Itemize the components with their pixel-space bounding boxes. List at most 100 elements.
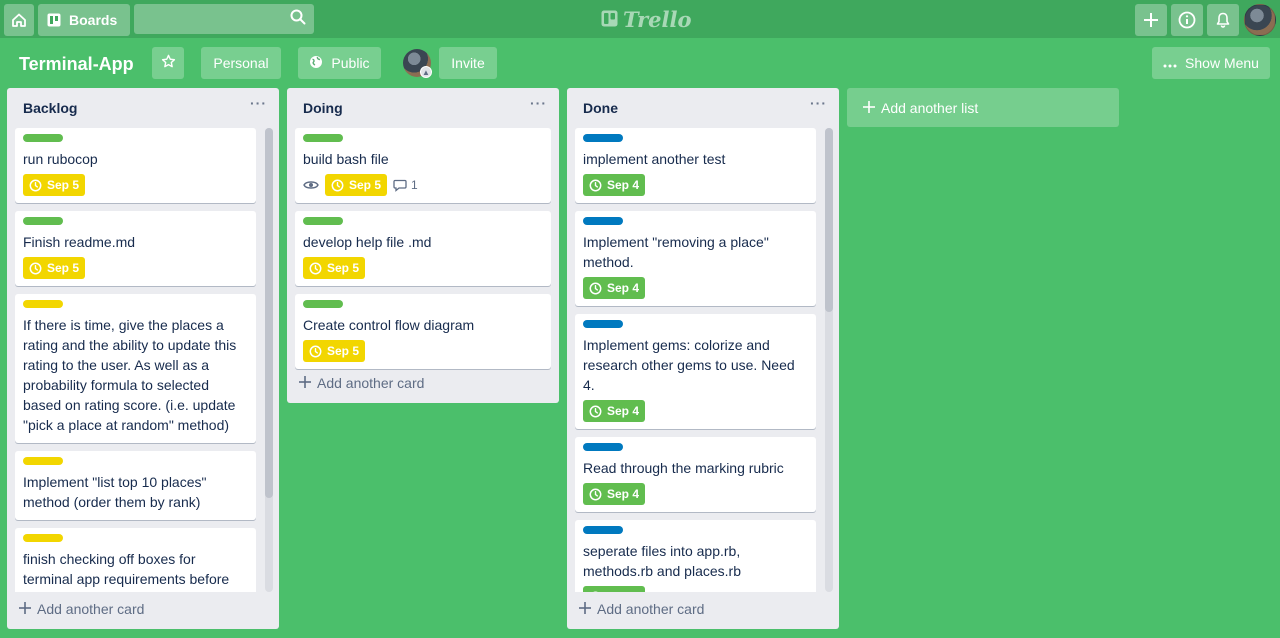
card-title: Implement gems: colorize and research ot… [583, 337, 795, 393]
card[interactable]: Read through the marking rubric Sep 4 [575, 437, 816, 512]
search-input[interactable] [134, 4, 314, 34]
card[interactable]: build bash file Sep 5 1 [295, 128, 551, 203]
card-label[interactable] [23, 134, 63, 142]
card-label[interactable] [23, 300, 63, 308]
boards-icon [47, 13, 61, 27]
card-label[interactable] [583, 443, 623, 451]
card-label[interactable] [583, 320, 623, 328]
card-label[interactable] [583, 217, 623, 225]
card-label[interactable] [303, 300, 343, 308]
list-menu-icon[interactable]: ··· [530, 95, 547, 111]
card-badges: Sep 5 [23, 173, 248, 197]
card-title: If there is time, give the places a rati… [23, 317, 237, 433]
boards-label: Boards [69, 12, 118, 28]
card-title: seperate files into app.rb, methods.rb a… [583, 543, 741, 579]
list-scrollbar[interactable] [825, 128, 833, 592]
list-menu-icon[interactable]: ··· [810, 95, 827, 111]
card-badges: Sep 4 [583, 173, 808, 197]
list-title[interactable]: Done [583, 100, 618, 116]
team-visibility-button[interactable]: Personal [201, 47, 281, 79]
bell-icon [1215, 12, 1231, 28]
clock-icon [29, 262, 42, 275]
invite-button[interactable]: Invite [439, 47, 497, 79]
card-label[interactable] [303, 217, 343, 225]
due-date-badge[interactable]: Sep 5 [303, 340, 366, 362]
card[interactable]: seperate files into app.rb, methods.rb a… [575, 520, 816, 592]
card[interactable]: develop help file .md Sep 5 [295, 211, 551, 286]
card[interactable]: finish checking off boxes for terminal a… [15, 528, 256, 592]
home-button[interactable] [4, 4, 34, 36]
add-card-button[interactable]: Add another card [579, 597, 704, 621]
due-date-badge[interactable]: Sep 4 [583, 400, 646, 422]
clock-icon [331, 179, 344, 192]
due-date-text: Sep 5 [327, 261, 360, 275]
info-icon [1178, 11, 1196, 29]
due-date-badge[interactable]: Sep 5 [23, 174, 86, 196]
card-badges: Sep 4 [583, 585, 808, 592]
card-label[interactable] [583, 134, 623, 142]
create-button[interactable] [1135, 4, 1167, 36]
board-title[interactable]: Terminal-App [19, 52, 134, 76]
due-date-text: Sep 5 [327, 344, 360, 358]
card-badges: Sep 5 [303, 256, 543, 280]
list-title[interactable]: Backlog [23, 100, 77, 116]
card-label[interactable] [23, 457, 63, 465]
due-date-badge[interactable]: Sep 5 [325, 174, 388, 196]
due-date-text: Sep 4 [607, 281, 640, 295]
star-icon [161, 54, 176, 72]
card[interactable]: Implement "removing a place" method. Sep … [575, 211, 816, 306]
card[interactable]: run rubocop Sep 5 [15, 128, 256, 203]
comment-count: 1 [411, 178, 418, 192]
notifications-button[interactable] [1207, 4, 1239, 36]
card-container: run rubocop Sep 5 Finish readme.md Sep 5 If … [7, 128, 279, 592]
user-avatar[interactable] [1244, 4, 1276, 36]
info-button[interactable] [1171, 4, 1203, 36]
clock-icon [309, 262, 322, 275]
list-scrollbar[interactable] [265, 128, 273, 592]
card[interactable]: Implement "list top 10 places" method (o… [15, 451, 256, 520]
trello-logo[interactable]: Trello [601, 6, 692, 32]
trello-logo-text: Trello [623, 6, 692, 32]
card-label[interactable] [23, 217, 63, 225]
list-title[interactable]: Doing [303, 100, 343, 116]
clock-icon [589, 488, 602, 501]
clock-icon [589, 179, 602, 192]
invite-label: Invite [451, 55, 485, 71]
public-visibility-button[interactable]: Public [298, 47, 381, 79]
add-card-button[interactable]: Add another card [19, 597, 144, 621]
card[interactable]: Finish readme.md Sep 5 [15, 211, 256, 286]
show-menu-button[interactable]: Show Menu [1152, 47, 1270, 79]
card-label[interactable] [583, 526, 623, 534]
search-icon [290, 9, 306, 30]
due-date-text: Sep 5 [349, 178, 382, 192]
scrollbar-thumb[interactable] [825, 128, 833, 312]
card[interactable]: Implement gems: colorize and research ot… [575, 314, 816, 429]
plus-icon [863, 100, 875, 116]
card-title: run rubocop [23, 151, 98, 167]
card-title: develop help file .md [303, 234, 432, 250]
star-board-button[interactable] [152, 47, 184, 79]
card-label[interactable] [303, 134, 343, 142]
list-done: Done ··· implement another test Sep 4 Impl… [567, 88, 839, 629]
card[interactable]: implement another test Sep 4 [575, 128, 816, 203]
plus-icon [579, 601, 591, 617]
card-list: run rubocop Sep 5 Finish readme.md Sep 5 If … [15, 128, 256, 592]
card[interactable]: Create control flow diagram Sep 5 [295, 294, 551, 369]
list-menu-icon[interactable]: ··· [250, 95, 267, 111]
add-card-label: Add another card [37, 601, 145, 617]
due-date-badge[interactable]: Sep 5 [23, 257, 86, 279]
due-date-badge[interactable]: Sep 4 [583, 174, 646, 196]
personal-label: Personal [213, 55, 269, 71]
add-card-button[interactable]: Add another card [299, 371, 424, 395]
boards-button[interactable]: Boards [38, 4, 130, 36]
add-list-button[interactable]: Add another list [847, 88, 1119, 127]
card-badges: Sep 5 1 [303, 173, 543, 197]
card-label[interactable] [23, 534, 63, 542]
due-date-badge[interactable]: Sep 4 [583, 483, 646, 505]
card-title: implement another test [583, 151, 726, 167]
scrollbar-thumb[interactable] [265, 128, 273, 498]
due-date-badge[interactable]: Sep 4 [583, 277, 646, 299]
due-date-badge[interactable]: Sep 5 [303, 257, 366, 279]
due-date-badge[interactable]: Sep 4 [583, 586, 646, 592]
card[interactable]: If there is time, give the places a rati… [15, 294, 256, 443]
